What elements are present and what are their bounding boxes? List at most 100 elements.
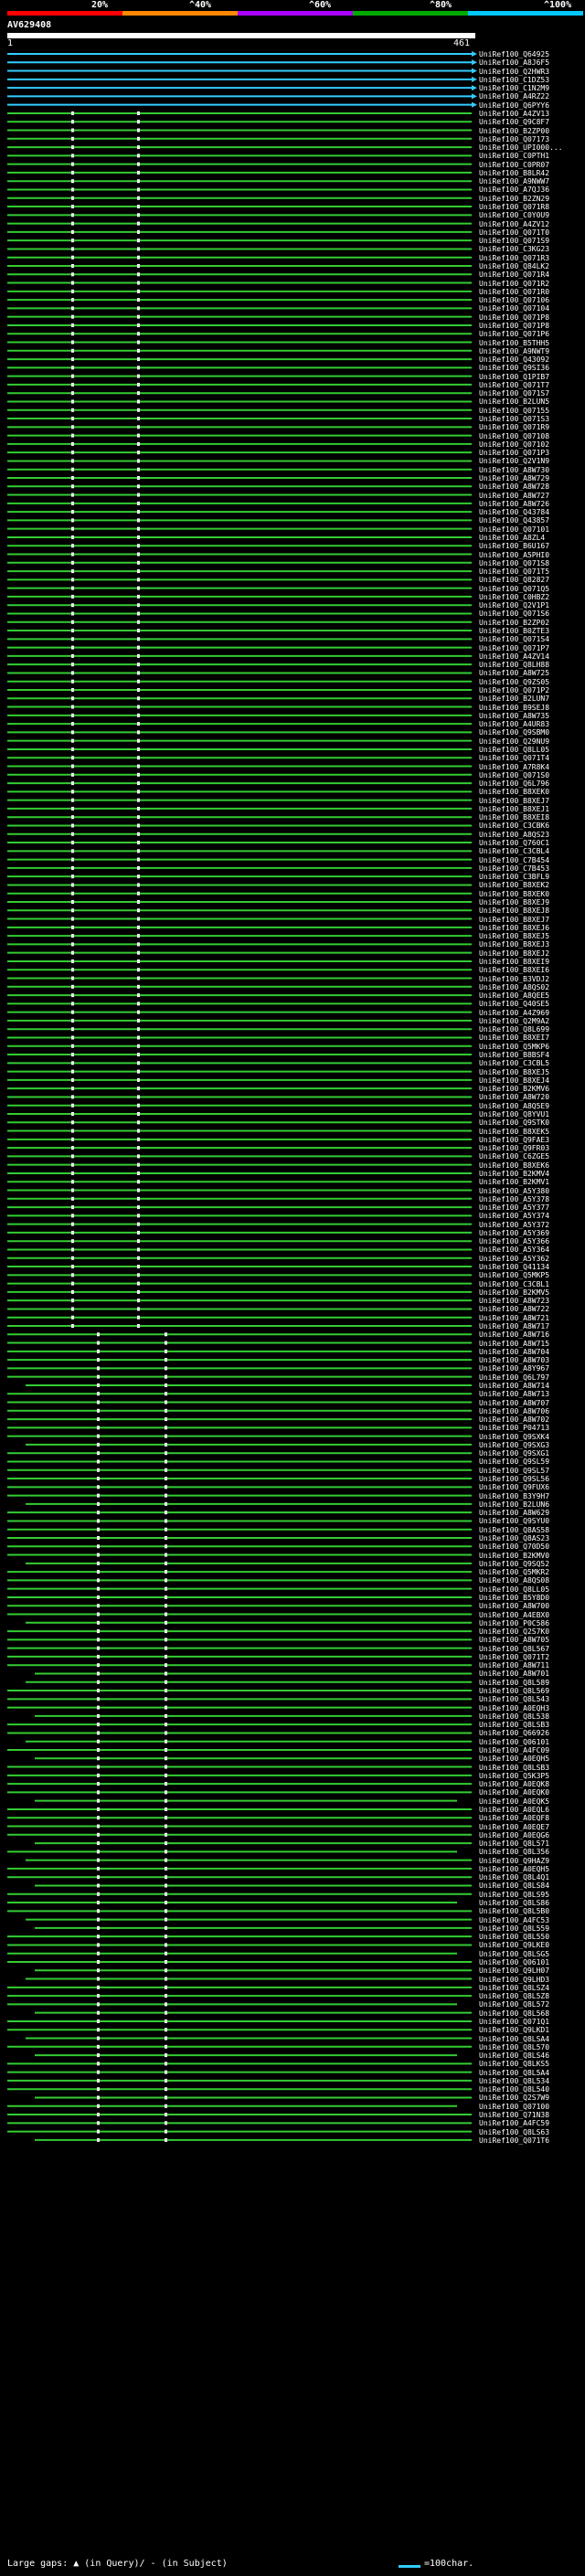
hit-label-link[interactable]: UniRef100_Q8LL05 [479, 1585, 549, 1594]
hit-label-link[interactable]: UniRef100_A5Y378 [479, 1195, 549, 1203]
hit-label-link[interactable]: UniRef100_A8W700 [479, 1602, 549, 1610]
hit-label-link[interactable]: UniRef100_Q5MKP5 [479, 1271, 549, 1279]
hit-label-link[interactable]: UniRef100_Q8L567 [479, 1645, 549, 1653]
hit-label-link[interactable]: UniRef100_A0EQE7 [479, 1823, 549, 1831]
hit-label-link[interactable]: UniRef100_Q071T7 [479, 381, 549, 389]
hit-label-link[interactable]: UniRef100_Q071Q1 [479, 2018, 549, 2026]
hit-label-link[interactable]: UniRef100_Q8L571 [479, 1839, 549, 1848]
hit-label-link[interactable]: UniRef100_Q071S6 [479, 610, 549, 618]
hit-label-link[interactable]: UniRef100_Q8LKS5 [479, 2060, 549, 2068]
hit-label-link[interactable]: UniRef100_Q760C1 [479, 839, 549, 847]
hit-label-link[interactable]: UniRef100_Q9SXG3 [479, 1441, 549, 1449]
hit-label-link[interactable]: UniRef100_B8XEJ1 [479, 805, 549, 813]
hit-label-link[interactable]: UniRef100_A0EQH5 [479, 1865, 549, 1873]
hit-label-link[interactable]: UniRef100_Q8L4Q1 [479, 1873, 549, 1882]
hit-label-link[interactable]: UniRef100_B2ZN29 [479, 195, 549, 203]
hit-label-link[interactable]: UniRef100_Q8L550 [479, 1933, 549, 1941]
hit-label-link[interactable]: UniRef100_A8W715 [479, 1340, 549, 1348]
hit-label-link[interactable]: UniRef100_Q8LSB3 [479, 1721, 549, 1729]
hit-label-link[interactable]: UniRef100_A8W716 [479, 1330, 549, 1339]
hit-label-link[interactable]: UniRef100_A4FC09 [479, 1746, 549, 1754]
hit-label-link[interactable]: UniRef100_Q06101 [479, 1958, 549, 1966]
hit-label-link[interactable]: UniRef100_B5THH5 [479, 339, 549, 347]
hit-label-link[interactable]: UniRef100_Q5MKP6 [479, 1043, 549, 1051]
hit-label-link[interactable]: UniRef100_B2KMV1 [479, 1178, 549, 1186]
hit-label-link[interactable]: UniRef100_A4RZ22 [479, 92, 549, 101]
hit-label-link[interactable]: UniRef100_Q6L797 [479, 1373, 549, 1382]
hit-label-link[interactable]: UniRef100_Q8L572 [479, 2000, 549, 2009]
hit-label-link[interactable]: UniRef100_A8W726 [479, 500, 549, 508]
hit-label-link[interactable]: UniRef100_A8Y967 [479, 1364, 549, 1373]
hit-label-link[interactable]: UniRef100_A8W701 [479, 1670, 549, 1678]
hit-label-link[interactable]: UniRef100_A5Y372 [479, 1221, 549, 1229]
hit-label-link[interactable]: UniRef100_B8LR42 [479, 169, 549, 177]
hit-label-link[interactable]: UniRef100_B2KMV0 [479, 1552, 549, 1560]
hit-label-link[interactable]: UniRef100_Q071P2 [479, 686, 549, 694]
hit-label-link[interactable]: UniRef100_A5Y380 [479, 1187, 549, 1195]
hit-label-link[interactable]: UniRef100_Q071S7 [479, 389, 549, 398]
hit-label-link[interactable]: UniRef100_A0EQG6 [479, 1831, 549, 1839]
hit-label-link[interactable]: UniRef100_Q43784 [479, 508, 549, 516]
hit-label-link[interactable]: UniRef100_Q071T5 [479, 567, 549, 576]
hit-label-link[interactable]: UniRef100_Q71N38 [479, 2111, 549, 2119]
hit-label-link[interactable]: UniRef100_Q8LSA4 [479, 2035, 549, 2043]
hit-label-link[interactable]: UniRef100_C0HBZ2 [479, 593, 549, 601]
hit-label-link[interactable]: UniRef100_Q9SYU0 [479, 1517, 549, 1525]
hit-label-link[interactable]: UniRef100_C3CBL1 [479, 1280, 549, 1288]
hit-label-link[interactable]: UniRef100_C0PTH1 [479, 152, 549, 160]
hit-label-link[interactable]: UniRef100_Q8LH88 [479, 661, 549, 669]
hit-label-link[interactable]: UniRef100_C3CBL5 [479, 1059, 549, 1067]
hit-label-link[interactable]: UniRef100_Q071S9 [479, 237, 549, 245]
hit-label-link[interactable]: UniRef100_B8XEJ3 [479, 940, 549, 949]
hit-label-link[interactable]: UniRef100_A0EQH3 [479, 1704, 549, 1712]
hit-label-link[interactable]: UniRef100_Q8L356 [479, 1848, 549, 1856]
hit-label-link[interactable]: UniRef100_A4ZV14 [479, 652, 549, 661]
hit-label-link[interactable]: UniRef100_Q41134 [479, 1263, 549, 1271]
hit-label-link[interactable]: UniRef100_Q8AS58 [479, 1526, 549, 1534]
hit-label-link[interactable]: UniRef100_A8W714 [479, 1382, 549, 1390]
hit-label-link[interactable]: UniRef100_C3KG23 [479, 245, 549, 253]
hit-label-link[interactable]: UniRef100_A8W729 [479, 474, 549, 482]
hit-label-link[interactable]: UniRef100_Q07173 [479, 135, 549, 143]
hit-label-link[interactable]: UniRef100_A0EQF8 [479, 1814, 549, 1822]
hit-label-link[interactable]: UniRef100_A8W735 [479, 712, 549, 720]
hit-label-link[interactable]: UniRef100_Q9FR03 [479, 1144, 549, 1152]
hit-label-link[interactable]: UniRef100_P0C586 [479, 1619, 549, 1627]
hit-label-link[interactable]: UniRef100_C0Y0U9 [479, 211, 549, 219]
hit-label-link[interactable]: UniRef100_Q8LS86 [479, 1899, 549, 1907]
hit-label-link[interactable]: UniRef100_Q9FUX6 [479, 1483, 549, 1491]
hit-label-link[interactable]: UniRef100_UPI000... [479, 143, 563, 152]
hit-label-link[interactable]: UniRef100_A7R8K4 [479, 763, 549, 771]
hit-label-link[interactable]: UniRef100_B8XEK0 [479, 788, 549, 796]
hit-label-link[interactable]: UniRef100_Q9LHD3 [479, 1976, 549, 1984]
hit-label-link[interactable]: UniRef100_Q8LL05 [479, 746, 549, 754]
hit-label-link[interactable]: UniRef100_A8QS08 [479, 1576, 549, 1585]
hit-label-link[interactable]: UniRef100_B6U167 [479, 542, 549, 550]
hit-label-link[interactable]: UniRef100_Q8AS23 [479, 1534, 549, 1542]
hit-label-link[interactable]: UniRef100_A5Y366 [479, 1237, 549, 1246]
hit-label-link[interactable]: UniRef100_A8W728 [479, 482, 549, 491]
hit-label-link[interactable]: UniRef100_Q8L5Z8 [479, 1992, 549, 2000]
hit-label-link[interactable]: UniRef100_Q5MKR2 [479, 1568, 549, 1576]
hit-label-link[interactable]: UniRef100_Q07104 [479, 304, 549, 313]
hit-label-link[interactable]: UniRef100_Q07155 [479, 407, 549, 415]
hit-label-link[interactable]: UniRef100_A5Y362 [479, 1255, 549, 1263]
hit-label-link[interactable]: UniRef100_C3CBK6 [479, 822, 549, 830]
hit-label-link[interactable]: UniRef100_Q071P8 [479, 313, 549, 322]
hit-label-link[interactable]: UniRef100_Q9LKE0 [479, 1941, 549, 1949]
hit-label-link[interactable]: UniRef100_Q9LKD1 [479, 2026, 549, 2034]
hit-label-link[interactable]: UniRef100_B2LUN7 [479, 694, 549, 703]
hit-label-link[interactable]: UniRef100_A0EQL6 [479, 1806, 549, 1814]
hit-label-link[interactable]: UniRef100_B2KMV4 [479, 1170, 549, 1178]
hit-label-link[interactable]: UniRef100_Q8LSB3 [479, 1764, 549, 1772]
hit-label-link[interactable]: UniRef100_Q07100 [479, 2103, 549, 2111]
hit-label-link[interactable]: UniRef100_A8Q5E9 [479, 1102, 549, 1110]
hit-label-link[interactable]: UniRef100_A8W702 [479, 1415, 549, 1424]
hit-label-link[interactable]: UniRef100_Q1PIB7 [479, 373, 549, 381]
hit-label-link[interactable]: UniRef100_Q071T2 [479, 1653, 549, 1661]
hit-label-link[interactable]: UniRef100_Q07108 [479, 432, 549, 440]
hit-label-link[interactable]: UniRef100_B8XEJ7 [479, 797, 549, 805]
hit-label-link[interactable]: UniRef100_A8W704 [479, 1348, 549, 1356]
hit-label-link[interactable]: UniRef100_A8W713 [479, 1390, 549, 1398]
hit-label-link[interactable]: UniRef100_A4UR83 [479, 720, 549, 728]
